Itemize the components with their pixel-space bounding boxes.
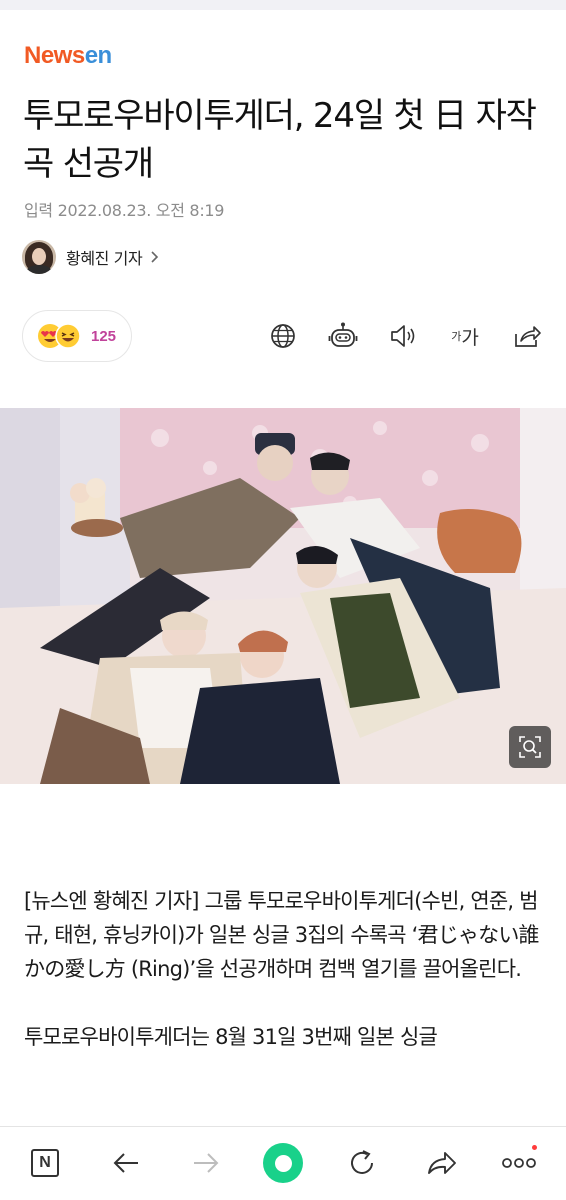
back-button[interactable] — [102, 1139, 150, 1187]
browser-bottom-bar: N — [0, 1126, 566, 1200]
naver-home-button[interactable]: N — [21, 1139, 69, 1187]
notification-dot — [532, 1145, 537, 1150]
back-arrow-icon — [113, 1153, 138, 1173]
zoom-magnifier-icon — [519, 736, 541, 758]
newsen-logo[interactable]: Newsen — [24, 42, 112, 70]
group-photo-image — [0, 408, 566, 784]
refresh-button[interactable] — [338, 1139, 386, 1187]
globe-icon — [271, 324, 295, 348]
article-photo[interactable] — [0, 408, 566, 784]
font-size-button[interactable]: 가가 — [447, 321, 483, 351]
forward-arrow-icon — [194, 1153, 219, 1173]
status-strip — [0, 0, 566, 10]
forward-button[interactable] — [182, 1139, 230, 1187]
font-size-small-label: 가 — [451, 330, 462, 343]
chevron-right-icon — [151, 251, 159, 263]
reporter-avatar — [22, 240, 56, 274]
reaction-button[interactable]: 125 — [22, 310, 132, 362]
home-button[interactable] — [259, 1139, 307, 1187]
more-icon — [502, 1158, 536, 1168]
share-page-button[interactable] — [417, 1139, 465, 1187]
article-date: 입력 2022.08.23. 오전 8:19 — [24, 201, 225, 220]
reporter-name: 황혜진 기자 — [66, 249, 143, 268]
naver-n-icon: N — [31, 1149, 59, 1177]
share-icon — [515, 326, 541, 347]
speaker-icon — [391, 325, 415, 347]
share-button[interactable] — [512, 321, 542, 351]
read-aloud-button[interactable] — [388, 321, 418, 351]
robot-icon — [328, 322, 358, 347]
translate-button[interactable] — [268, 321, 298, 351]
article-headline: 투모로우바이투게더, 24일 첫 日 자작곡 선공개 — [23, 96, 537, 184]
share-arrow-icon — [428, 1152, 456, 1174]
reporter-link[interactable]: 황혜진 기자 — [22, 238, 162, 276]
article-paragraph: [뉴스엔 황혜진 기자] 그룹 투모로우바이투게더(수빈, 연준, 범규, 태현… — [24, 889, 540, 981]
font-size-large-label: 가 — [461, 326, 479, 349]
more-menu-button[interactable] — [495, 1139, 543, 1187]
reaction-count: 125 — [91, 327, 117, 345]
refresh-icon — [351, 1150, 373, 1174]
laughing-emoji-icon — [55, 323, 81, 349]
image-zoom-button[interactable] — [509, 726, 551, 768]
home-green-icon — [263, 1143, 303, 1183]
article-body: [뉴스엔 황혜진 기자] 그룹 투모로우바이투게더(수빈, 연준, 범규, 태현… — [24, 884, 544, 1088]
summary-bot-button[interactable] — [328, 321, 358, 351]
article-paragraph: 투모로우바이투게더는 8월 31일 3번째 일본 싱글 — [24, 1025, 438, 1049]
